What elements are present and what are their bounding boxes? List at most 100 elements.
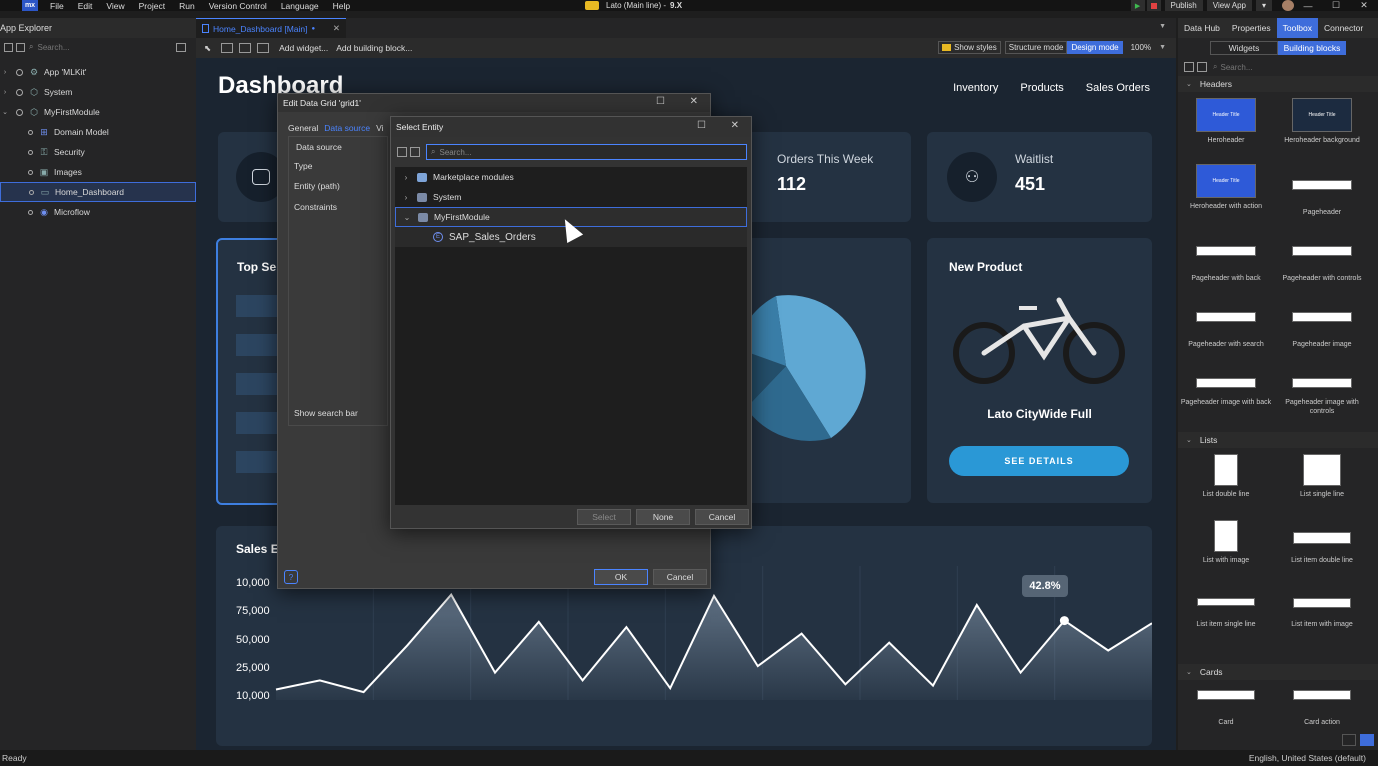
maximize-icon[interactable]: ☐ <box>1322 0 1350 11</box>
toolbox-search-input[interactable]: Search... <box>1220 63 1252 72</box>
tree-item-myfirstmodule[interactable]: ⌄ ⬡ MyFirstModule <box>0 102 196 122</box>
entity-tree-marketplace[interactable]: › Marketplace modules <box>395 167 747 187</box>
menu-version-control[interactable]: Version Control <box>209 1 267 11</box>
nav-sales-orders[interactable]: Sales Orders <box>1086 82 1150 94</box>
stat-card-orders[interactable]: Orders This Week 112 <box>736 132 911 222</box>
select-button[interactable]: Select <box>577 509 631 525</box>
block-card[interactable]: Card <box>1178 690 1274 726</box>
tab-connector[interactable]: Connector <box>1318 18 1369 38</box>
cancel-button[interactable]: Cancel <box>695 509 749 525</box>
tab-data-hub[interactable]: Data Hub <box>1178 18 1226 38</box>
block-pageheader-image-with-back[interactable]: Pageheader image with back <box>1178 378 1274 406</box>
expand-all-icon[interactable] <box>410 147 420 157</box>
tab-visibility[interactable]: Vi <box>376 123 383 133</box>
chevron-right-icon[interactable]: › <box>395 173 417 182</box>
user-avatar[interactable] <box>1282 0 1294 11</box>
cancel-button[interactable]: Cancel <box>653 569 707 585</box>
menu-edit[interactable]: Edit <box>78 1 93 11</box>
tree-item-security[interactable]: ⚿ Security <box>0 142 196 162</box>
publish-button[interactable]: Publish <box>1164 0 1203 11</box>
collapse-all-icon[interactable] <box>1184 62 1194 72</box>
nav-products[interactable]: Products <box>1020 82 1063 94</box>
block-pageheader-with-controls[interactable]: Pageheader with controls <box>1274 246 1370 282</box>
tab-toolbox[interactable]: Toolbox <box>1276 18 1318 38</box>
pointer-tool-icon[interactable]: ⬉ <box>204 43 211 54</box>
block-list-single-line[interactable]: List single line <box>1274 454 1370 499</box>
maximize-icon[interactable]: ☐ <box>697 120 706 131</box>
stat-card-waitlist[interactable]: ⚇ Waitlist 451 <box>927 132 1152 222</box>
collapse-all-icon[interactable] <box>4 42 13 52</box>
structure-mode-button[interactable]: Structure mode <box>1004 41 1068 54</box>
entity-search-input[interactable]: ⌕ Search... <box>426 144 747 160</box>
help-icon[interactable]: ? <box>284 570 298 584</box>
tree-item-microflow[interactable]: ◉ Microflow <box>0 202 196 222</box>
layout-rows-icon[interactable] <box>257 43 270 53</box>
layout-grid-icon[interactable] <box>221 43 234 53</box>
entity-tree-system[interactable]: › System <box>395 187 747 207</box>
block-pageheader-with-back[interactable]: Pageheader with back <box>1178 246 1274 282</box>
section-cards[interactable]: ⌄ Cards <box>1178 664 1378 680</box>
filter-icon[interactable] <box>176 42 186 52</box>
chevron-down-icon[interactable]: ⌄ <box>1186 80 1192 88</box>
menu-help[interactable]: Help <box>333 1 350 11</box>
close-window-icon[interactable]: ✕ <box>1350 0 1378 11</box>
block-card-action[interactable]: Card action <box>1274 690 1370 726</box>
tree-item-images[interactable]: ▣ Images <box>0 162 196 182</box>
menu-run[interactable]: Run <box>179 1 195 11</box>
collapse-all-icon[interactable] <box>397 147 407 157</box>
pie-chart-card[interactable] <box>736 238 911 503</box>
chevron-down-icon[interactable]: ⌄ <box>396 213 418 222</box>
list-view-icon[interactable] <box>1360 734 1374 746</box>
block-list-double-line[interactable]: List double line <box>1178 454 1274 499</box>
view-app-dropdown-icon[interactable]: ▾ <box>1255 0 1272 11</box>
close-icon[interactable]: ✕ <box>731 120 739 131</box>
zoom-dropdown-icon[interactable]: ▼ <box>1159 44 1166 51</box>
zoom-level[interactable]: 100% <box>1131 43 1151 52</box>
minimize-icon[interactable]: — <box>1294 1 1322 11</box>
close-tab-icon[interactable]: ✕ <box>333 23 340 34</box>
tree-item-home-dashboard[interactable]: ▭ Home_Dashboard <box>0 182 196 202</box>
block-list-item-single-line[interactable]: List item single line <box>1178 598 1274 628</box>
menu-language[interactable]: Language <box>281 1 319 11</box>
menu-view[interactable]: View <box>106 1 124 11</box>
design-mode-button[interactable]: Design mode <box>1067 41 1123 54</box>
block-list-item-with-image[interactable]: List item with image <box>1274 598 1370 628</box>
view-app-button[interactable]: View App <box>1206 0 1252 11</box>
chevron-down-icon[interactable]: ⌄ <box>1186 668 1192 676</box>
chevron-right-icon[interactable]: › <box>0 89 10 96</box>
building-blocks-segment[interactable]: Building blocks <box>1278 41 1346 55</box>
none-button[interactable]: None <box>636 509 690 525</box>
stop-icon[interactable] <box>1146 0 1161 11</box>
expand-all-icon[interactable] <box>16 42 25 52</box>
block-pageheader[interactable]: Pageheader <box>1274 180 1370 216</box>
tab-general[interactable]: General <box>288 123 318 133</box>
block-heroheader[interactable]: Header Title Heroheader <box>1178 98 1274 145</box>
block-list-with-image[interactable]: List with image <box>1178 520 1274 565</box>
widgets-segment[interactable]: Widgets <box>1210 41 1278 55</box>
block-heroheader-background[interactable]: Header Title Heroheader background <box>1274 98 1370 145</box>
nav-inventory[interactable]: Inventory <box>953 82 998 94</box>
block-pageheader-image[interactable]: Pageheader image <box>1274 312 1370 348</box>
block-pageheader-image-with-controls[interactable]: Pageheader image with controls <box>1274 378 1370 415</box>
tab-overflow-icon[interactable]: ▼ <box>1159 23 1166 30</box>
chevron-right-icon[interactable]: › <box>0 69 10 76</box>
see-details-button[interactable]: SEE DETAILS <box>949 446 1129 476</box>
grid-view-icon[interactable] <box>1342 734 1356 746</box>
show-styles-toggle[interactable]: Show styles <box>938 41 1001 54</box>
block-heroheader-with-action[interactable]: Header Title Heroheader with action <box>1178 164 1274 211</box>
block-pageheader-with-search[interactable]: Pageheader with search <box>1178 312 1274 348</box>
tab-home-dashboard[interactable]: Home_Dashboard [Main] ● ✕ <box>196 18 346 38</box>
menu-file[interactable]: File <box>50 1 64 11</box>
layout-columns-icon[interactable] <box>239 43 252 53</box>
menu-project[interactable]: Project <box>139 1 165 11</box>
highlight-point[interactable] <box>1059 616 1069 626</box>
tree-item-domain-model[interactable]: ⊞ Domain Model <box>0 122 196 142</box>
maximize-icon[interactable]: ☐ <box>656 96 665 107</box>
chevron-down-icon[interactable]: ⌄ <box>1186 436 1192 444</box>
tab-properties[interactable]: Properties <box>1226 18 1277 38</box>
block-list-item-double-line[interactable]: List item double line <box>1274 532 1370 564</box>
add-building-block-button[interactable]: Add building block... <box>336 43 412 53</box>
run-play-icon[interactable]: ▶ <box>1130 0 1145 11</box>
tree-item-app[interactable]: › ⚙ App 'MLKit' <box>0 62 196 82</box>
ok-button[interactable]: OK <box>594 569 648 585</box>
